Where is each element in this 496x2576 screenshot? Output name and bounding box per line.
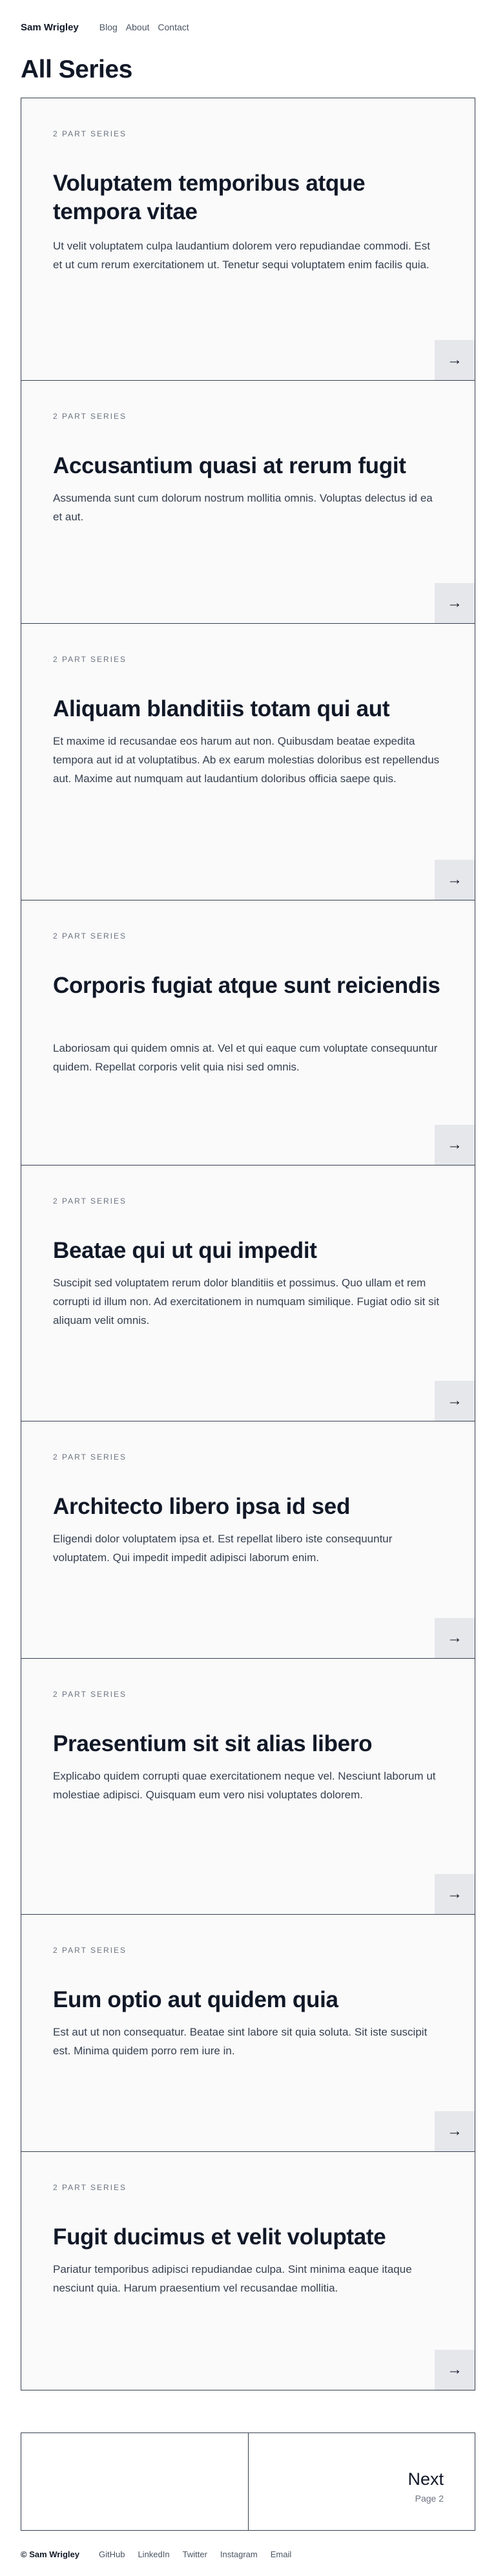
arrow-right-icon[interactable]: → xyxy=(435,1381,475,1421)
arrow-right-icon[interactable]: → xyxy=(435,340,475,380)
series-card[interactable]: 2 PART SERIES Voluptatem temporibus atqu… xyxy=(21,98,475,381)
series-excerpt: Eligendi dolor voluptatem ipsa et. Est r… xyxy=(53,1533,393,1564)
series-eyebrow: 2 PART SERIES xyxy=(53,129,127,138)
site-footer: © Sam Wrigley GitHub LinkedIn Twitter In… xyxy=(21,2548,304,2560)
series-excerpt: Et maxime id recusandae eos harum aut no… xyxy=(53,735,440,785)
pagination-next-button[interactable]: Next Page 2 xyxy=(249,2433,475,2530)
arrow-right-icon[interactable]: → xyxy=(435,1874,475,1914)
nav-blog[interactable]: Blog xyxy=(99,22,118,32)
site-brand[interactable]: Sam Wrigley xyxy=(21,22,79,33)
series-title[interactable]: Corporis fugiat atque sunt reiciendis xyxy=(53,972,440,1000)
series-excerpt: Est aut ut non consequatur. Beatae sint … xyxy=(53,2026,428,2057)
arrow-right-icon[interactable]: → xyxy=(435,583,475,623)
series-excerpt: Suscipit sed voluptatem rerum dolor blan… xyxy=(53,1277,440,1326)
footer-link-github[interactable]: GitHub xyxy=(99,2549,125,2559)
series-eyebrow: 2 PART SERIES xyxy=(53,1453,127,1462)
series-title[interactable]: Voluptatem temporibus atque tempora vita… xyxy=(53,169,440,226)
series-title[interactable]: Architecto libero ipsa id sed xyxy=(53,1493,440,1521)
main-nav: Blog About Contact xyxy=(99,22,198,32)
series-title[interactable]: Aliquam blanditiis totam qui aut xyxy=(53,695,440,723)
footer-link-email[interactable]: Email xyxy=(271,2549,292,2559)
series-eyebrow: 2 PART SERIES xyxy=(53,931,127,941)
series-eyebrow: 2 PART SERIES xyxy=(53,2183,127,2192)
series-excerpt: Explicabo quidem corrupti quae exercitat… xyxy=(53,1770,436,1801)
series-eyebrow: 2 PART SERIES xyxy=(53,1690,127,1699)
site-header: Sam Wrigley Blog About Contact xyxy=(21,19,198,35)
series-card[interactable]: 2 PART SERIES Architecto libero ipsa id … xyxy=(21,1421,475,1659)
series-card[interactable]: 2 PART SERIES Accusantium quasi at rerum… xyxy=(21,380,475,624)
series-card[interactable]: 2 PART SERIES Beatae qui ut qui impedit … xyxy=(21,1165,475,1421)
arrow-right-icon[interactable]: → xyxy=(435,1618,475,1658)
footer-link-twitter[interactable]: Twitter xyxy=(183,2549,207,2559)
series-excerpt: Ut velit voluptatem culpa laudantium dol… xyxy=(53,240,430,271)
arrow-right-icon[interactable]: → xyxy=(435,2350,475,2390)
arrow-right-icon[interactable]: → xyxy=(435,860,475,900)
series-title[interactable]: Praesentium sit sit alias libero xyxy=(53,1730,440,1758)
series-eyebrow: 2 PART SERIES xyxy=(53,1946,127,1955)
footer-link-instagram[interactable]: Instagram xyxy=(220,2549,258,2559)
footer-link-linkedin[interactable]: LinkedIn xyxy=(138,2549,169,2559)
nav-contact[interactable]: Contact xyxy=(158,22,189,32)
series-title[interactable]: Eum optio aut quidem quia xyxy=(53,1986,440,2014)
series-list: 2 PART SERIES Voluptatem temporibus atqu… xyxy=(21,98,475,2404)
series-card[interactable]: 2 PART SERIES Aliquam blanditiis totam q… xyxy=(21,623,475,900)
pagination-prev-empty xyxy=(21,2433,249,2530)
arrow-right-icon[interactable]: → xyxy=(435,1125,475,1165)
series-card[interactable]: 2 PART SERIES Fugit ducimus et velit vol… xyxy=(21,2151,475,2390)
arrow-right-icon[interactable]: → xyxy=(435,2111,475,2151)
series-eyebrow: 2 PART SERIES xyxy=(53,412,127,421)
series-excerpt: Laboriosam qui quidem omnis at. Vel et q… xyxy=(53,1042,438,1073)
pagination: Next Page 2 xyxy=(21,2432,475,2531)
footer-brand: © Sam Wrigley xyxy=(21,2549,79,2559)
series-card[interactable]: 2 PART SERIES Praesentium sit sit alias … xyxy=(21,1658,475,1915)
series-excerpt: Pariatur temporibus adipisci repudiandae… xyxy=(53,2263,412,2294)
series-title[interactable]: Beatae qui ut qui impedit xyxy=(53,1237,440,1265)
series-title[interactable]: Accusantium quasi at rerum fugit xyxy=(53,452,440,480)
series-card[interactable]: 2 PART SERIES Eum optio aut quidem quia … xyxy=(21,1914,475,2152)
pagination-next-page: Page 2 xyxy=(415,2493,444,2504)
series-excerpt: Assumenda sunt cum dolorum nostrum molli… xyxy=(53,492,433,523)
series-eyebrow: 2 PART SERIES xyxy=(53,1197,127,1206)
series-title[interactable]: Fugit ducimus et velit voluptate xyxy=(53,2223,440,2251)
series-eyebrow: 2 PART SERIES xyxy=(53,655,127,664)
nav-about[interactable]: About xyxy=(126,22,150,32)
series-card[interactable]: 2 PART SERIES Corporis fugiat atque sunt… xyxy=(21,900,475,1166)
page-title: All Series xyxy=(21,56,132,83)
pagination-next-label: Next xyxy=(408,2469,444,2489)
